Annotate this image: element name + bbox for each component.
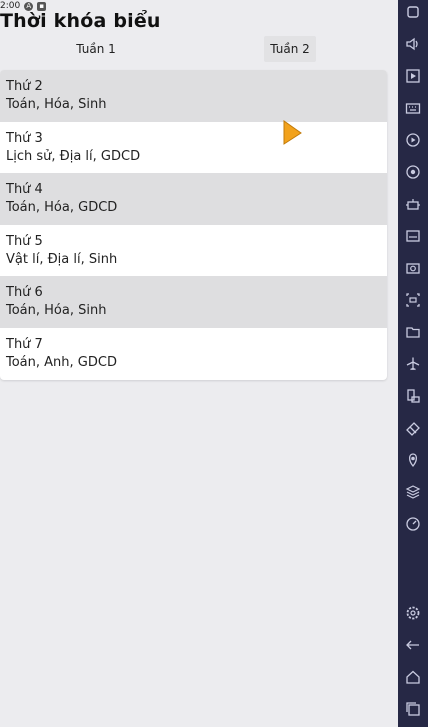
layers-icon[interactable] xyxy=(404,483,422,501)
video-icon[interactable] xyxy=(404,291,422,309)
volume-icon[interactable] xyxy=(404,35,422,53)
list-item[interactable]: Thứ 6 Toán, Hóa, Sinh xyxy=(0,276,387,328)
apk-icon[interactable] xyxy=(404,227,422,245)
day-label: Thứ 2 xyxy=(6,79,43,94)
tab-week-1[interactable]: Tuần 1 xyxy=(70,36,122,62)
mouse-cursor-icon xyxy=(283,120,302,145)
subjects-label: Toán, Hóa, Sinh xyxy=(6,303,107,319)
shortcut-icon[interactable] xyxy=(404,67,422,85)
more-icon[interactable] xyxy=(404,3,422,21)
schedule-list: Thứ 2 Toán, Hóa, Sinh Thứ 3 Lịch sử, Địa… xyxy=(0,70,387,380)
subjects-label: Toán, Hóa, GDCD xyxy=(6,200,118,216)
screenshot-icon[interactable] xyxy=(404,259,422,277)
list-item[interactable]: Thứ 4 Toán, Hóa, GDCD xyxy=(0,173,387,225)
settings-icon[interactable] xyxy=(404,604,422,622)
list-item[interactable]: Thứ 3 Lịch sử, Địa lí, GDCD xyxy=(0,122,387,174)
back-icon[interactable] xyxy=(404,636,422,654)
recents-icon[interactable] xyxy=(404,700,422,718)
subjects-label: Vật lí, Địa lí, Sinh xyxy=(6,251,118,267)
day-label: Thứ 3 xyxy=(6,130,43,146)
subjects-label: Lịch sử, Địa lí, GDCD xyxy=(6,148,141,164)
page-title: Thời khóa biểu xyxy=(0,10,161,32)
week-tabs: Tuần 1 Tuần 2 xyxy=(0,36,398,64)
day-label: Thứ 6 xyxy=(6,285,43,301)
location-icon[interactable] xyxy=(404,451,422,469)
app-window: 2:00 A ▪ Thời khóa biểu Tuần 1 Tuần 2 Th… xyxy=(0,0,398,727)
play-icon[interactable] xyxy=(404,131,422,149)
list-item[interactable]: Thứ 5 Vật lí, Địa lí, Sinh xyxy=(0,225,387,277)
emulator-toolbar xyxy=(398,0,428,727)
day-label: Thứ 7 xyxy=(6,336,43,352)
robot-icon[interactable] xyxy=(404,195,422,213)
subjects-label: Toán, Hóa, Sinh xyxy=(6,97,107,112)
erase-icon[interactable] xyxy=(404,419,422,437)
speed-icon[interactable] xyxy=(404,515,422,533)
home-icon[interactable] xyxy=(404,668,422,686)
day-label: Thứ 5 xyxy=(6,233,43,249)
rotate-icon[interactable] xyxy=(404,387,422,405)
day-label: Thứ 4 xyxy=(6,182,43,198)
tab-week-2[interactable]: Tuần 2 xyxy=(264,36,316,62)
record-icon[interactable] xyxy=(404,163,422,181)
subjects-label: Toán, Anh, GDCD xyxy=(6,354,117,370)
keyboard-icon[interactable] xyxy=(404,99,422,117)
airplane-icon[interactable] xyxy=(404,355,422,373)
list-item[interactable]: Thứ 2 Toán, Hóa, Sinh xyxy=(0,70,387,122)
folder-icon[interactable] xyxy=(404,323,422,341)
list-item[interactable]: Thứ 7 Toán, Anh, GDCD xyxy=(0,328,387,380)
